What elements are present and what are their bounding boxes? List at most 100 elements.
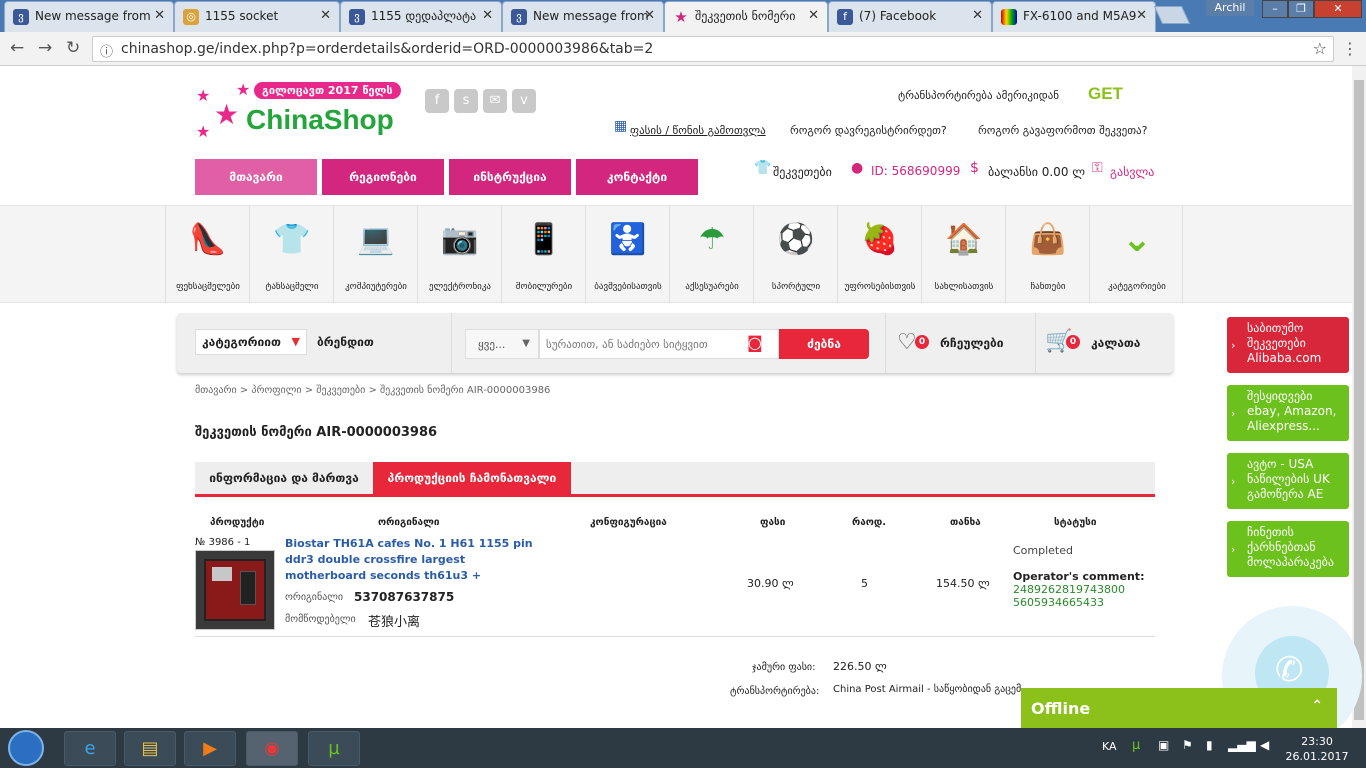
product-title-line[interactable]: motherboard seconds th61u3 + <box>285 569 481 582</box>
product-title-line[interactable]: ddr3 double crossfire largest <box>285 553 465 566</box>
cart-link[interactable]: კალათა <box>1091 336 1140 350</box>
category-all[interactable]: ⌄ კატეგორიები <box>1089 206 1183 303</box>
wishlist-count-badge: 0 <box>915 335 929 349</box>
utorrent-icon[interactable]: µ <box>308 731 360 766</box>
reload-icon[interactable]: ↻ <box>66 39 80 57</box>
search-scope-select[interactable]: ყვე... ▼ <box>465 329 539 359</box>
back-icon[interactable]: ← <box>10 39 24 57</box>
promo-auto-parts[interactable]: › ავტო - USA ნაწილების UK გამოწერა AE <box>1227 453 1349 509</box>
bookmark-star-icon[interactable]: ☆ <box>1313 39 1327 58</box>
language-indicator[interactable]: KA <box>1102 740 1117 753</box>
close-icon[interactable]: ✕ <box>320 8 331 23</box>
chat-offline-bar[interactable]: Offline ⌃ <box>1021 688 1337 728</box>
viber-icon[interactable]: v <box>512 89 536 113</box>
close-window-button[interactable]: ✕ <box>1314 0 1362 18</box>
product-title-line[interactable]: Biostar TH61A cafes No. 1 H61 1155 pin <box>285 537 533 550</box>
category-shoes[interactable]: 👠 ფეხსაცმელები <box>165 206 249 303</box>
search-input[interactable]: სურათით, ან საძიებო სიტყვით <box>539 329 779 359</box>
close-icon[interactable]: ✕ <box>482 8 493 23</box>
internet-explorer-icon[interactable]: e <box>64 731 116 766</box>
info-icon[interactable]: ⓘ <box>100 41 113 60</box>
profile-user-badge[interactable]: Archil <box>1206 0 1254 16</box>
facebook-icon[interactable]: f <box>425 89 449 113</box>
maximize-button[interactable]: ❐ <box>1288 0 1314 18</box>
camera-search-icon[interactable]: ◙ <box>747 333 763 352</box>
browser-tab[interactable]: ვ New message from ✕ <box>502 1 664 32</box>
close-icon[interactable]: ✕ <box>972 8 983 23</box>
browser-tab-active[interactable]: ★ შეკვეთის ნომერი ✕ <box>664 1 828 32</box>
arrow-right-icon: › <box>1231 406 1236 420</box>
browser-tab[interactable]: ვ New message from ✕ <box>4 1 174 32</box>
how-order-link[interactable]: როგორ გავაფორმოთ შეკვეთა? <box>978 124 1147 137</box>
search-bar: კატეგორიით ▼ ბრენდით ყვე... ▼ სურათით, ან … <box>177 313 1173 373</box>
battery-icon[interactable]: ▮ <box>1206 738 1213 752</box>
user-id: ID: 568690999 <box>871 164 961 178</box>
address-bar[interactable]: ⓘ chinashop.ge/index.php?p=orderdetails&… <box>92 36 1334 62</box>
category-computers[interactable]: 💻 კომპიუტერები <box>333 206 417 303</box>
media-player-icon[interactable]: ▶ <box>184 731 236 766</box>
wishlist-link[interactable]: რჩეულები <box>940 336 1004 350</box>
menu-icon[interactable]: ⋮ <box>1342 40 1358 58</box>
new-tab-button[interactable] <box>1153 6 1191 24</box>
heart-icon[interactable]: ♡ <box>897 330 917 355</box>
network-icon[interactable]: ▣ <box>1158 738 1169 752</box>
browser-tab[interactable]: f (7) Facebook ✕ <box>828 1 992 32</box>
file-explorer-icon[interactable]: ▤ <box>124 731 176 766</box>
category-home[interactable]: 🏠 სახლისათვის <box>921 206 1005 303</box>
menu-instructions[interactable]: ინსტრუქცია <box>449 159 571 195</box>
promo-purchases[interactable]: › შესყიდვები ebay, Amazon, Aliexpress... <box>1227 385 1349 441</box>
taskbar-clock[interactable]: 23:30 26.01.2017 <box>1282 734 1352 764</box>
menu-home[interactable]: მთავარი <box>195 159 317 195</box>
flag-icon[interactable]: ⚑ <box>1182 738 1193 752</box>
menu-regions[interactable]: რეგიონები <box>322 159 444 195</box>
arrow-right-icon: › <box>1231 474 1236 488</box>
menu-contact[interactable]: კონტაქტი <box>576 159 698 195</box>
browser-tab[interactable]: ◎ 1155 socket ✕ <box>174 1 340 32</box>
close-icon[interactable]: ✕ <box>1136 8 1147 23</box>
browser-tab[interactable]: ვ 1155 დედაპლატა ✕ <box>340 1 502 32</box>
brand-filter-link[interactable]: ბრენდით <box>317 335 374 349</box>
category-sports[interactable]: ⚽ სპორტული <box>753 206 837 303</box>
start-button[interactable] <box>8 730 44 766</box>
address-toolbar: ← → ↻ ⓘ chinashop.ge/index.php?p=orderde… <box>0 32 1366 66</box>
skype-icon[interactable]: s <box>454 89 478 113</box>
logout-link[interactable]: გასვლა <box>1110 165 1154 179</box>
minimize-button[interactable]: – <box>1262 0 1288 18</box>
calculator-icon: ▦ <box>614 118 628 134</box>
close-icon[interactable]: ✕ <box>644 8 655 23</box>
get-logo[interactable]: GET <box>1088 84 1123 104</box>
browser-tab[interactable]: FX-6100 and M5A9 ✕ <box>992 1 1156 32</box>
col-original: ორიგინალი <box>378 517 440 528</box>
signal-icon[interactable]: ▂▄▆ <box>1228 738 1256 752</box>
chrome-icon[interactable]: ◉ <box>246 731 298 766</box>
product-thumbnail[interactable] <box>195 550 275 630</box>
promo-wholesale[interactable]: › საბითუმო შეკვეთები Alibaba.com <box>1227 317 1349 373</box>
site-logo[interactable]: ChinaShop <box>246 104 394 136</box>
breadcrumb[interactable]: მთავარი > პროფილი > შეკვეთები > შეკვეთის… <box>195 385 550 396</box>
forward-icon[interactable]: → <box>38 39 52 57</box>
category-accessories[interactable]: ☂ აქსესუარები <box>669 206 753 303</box>
chevron-up-icon[interactable]: ⌃ <box>1311 698 1323 714</box>
price-weight-calc-link[interactable]: ფასის / წონის გამოთვლა <box>630 124 766 137</box>
tab-info-management[interactable]: ინფორმაცია და მართვა <box>195 462 373 494</box>
tab-product-list[interactable]: პროდუქციის ჩამონათვალი <box>373 462 571 494</box>
utorrent-tray-icon[interactable]: µ <box>1132 738 1140 753</box>
search-button[interactable]: ძებნა <box>779 329 869 359</box>
category-filter-select[interactable]: კატეგორიით ▼ <box>195 329 307 355</box>
category-mobiles[interactable]: 📱 მობილურები <box>501 206 585 303</box>
volume-icon[interactable]: ◀ <box>1260 738 1269 752</box>
scrollbar-thumb[interactable] <box>1354 80 1364 720</box>
orders-link[interactable]: შეკვეთები <box>773 165 832 179</box>
close-icon[interactable]: ✕ <box>808 8 819 23</box>
category-bags[interactable]: 👜 ჩანთები <box>1005 206 1089 303</box>
category-clothing[interactable]: 👕 ტანსაცმელი <box>249 206 333 303</box>
category-electronics[interactable]: 📷 ელექტრონიკა <box>417 206 501 303</box>
close-icon[interactable]: ✕ <box>154 8 165 23</box>
caret-down-icon: ▼ <box>291 335 300 348</box>
divider <box>451 313 452 373</box>
category-kids[interactable]: 🚼 ბავშვებისათვის <box>585 206 669 303</box>
mail-icon[interactable]: ✉ <box>483 89 507 113</box>
category-adults[interactable]: 🍓 უფროსებისთვის <box>837 206 921 303</box>
how-register-link[interactable]: როგორ დავრეგისტრირდეთ? <box>790 124 947 137</box>
promo-factories[interactable]: › ჩინეთის ქარხნებთან მოლაპარაკება <box>1227 521 1349 577</box>
